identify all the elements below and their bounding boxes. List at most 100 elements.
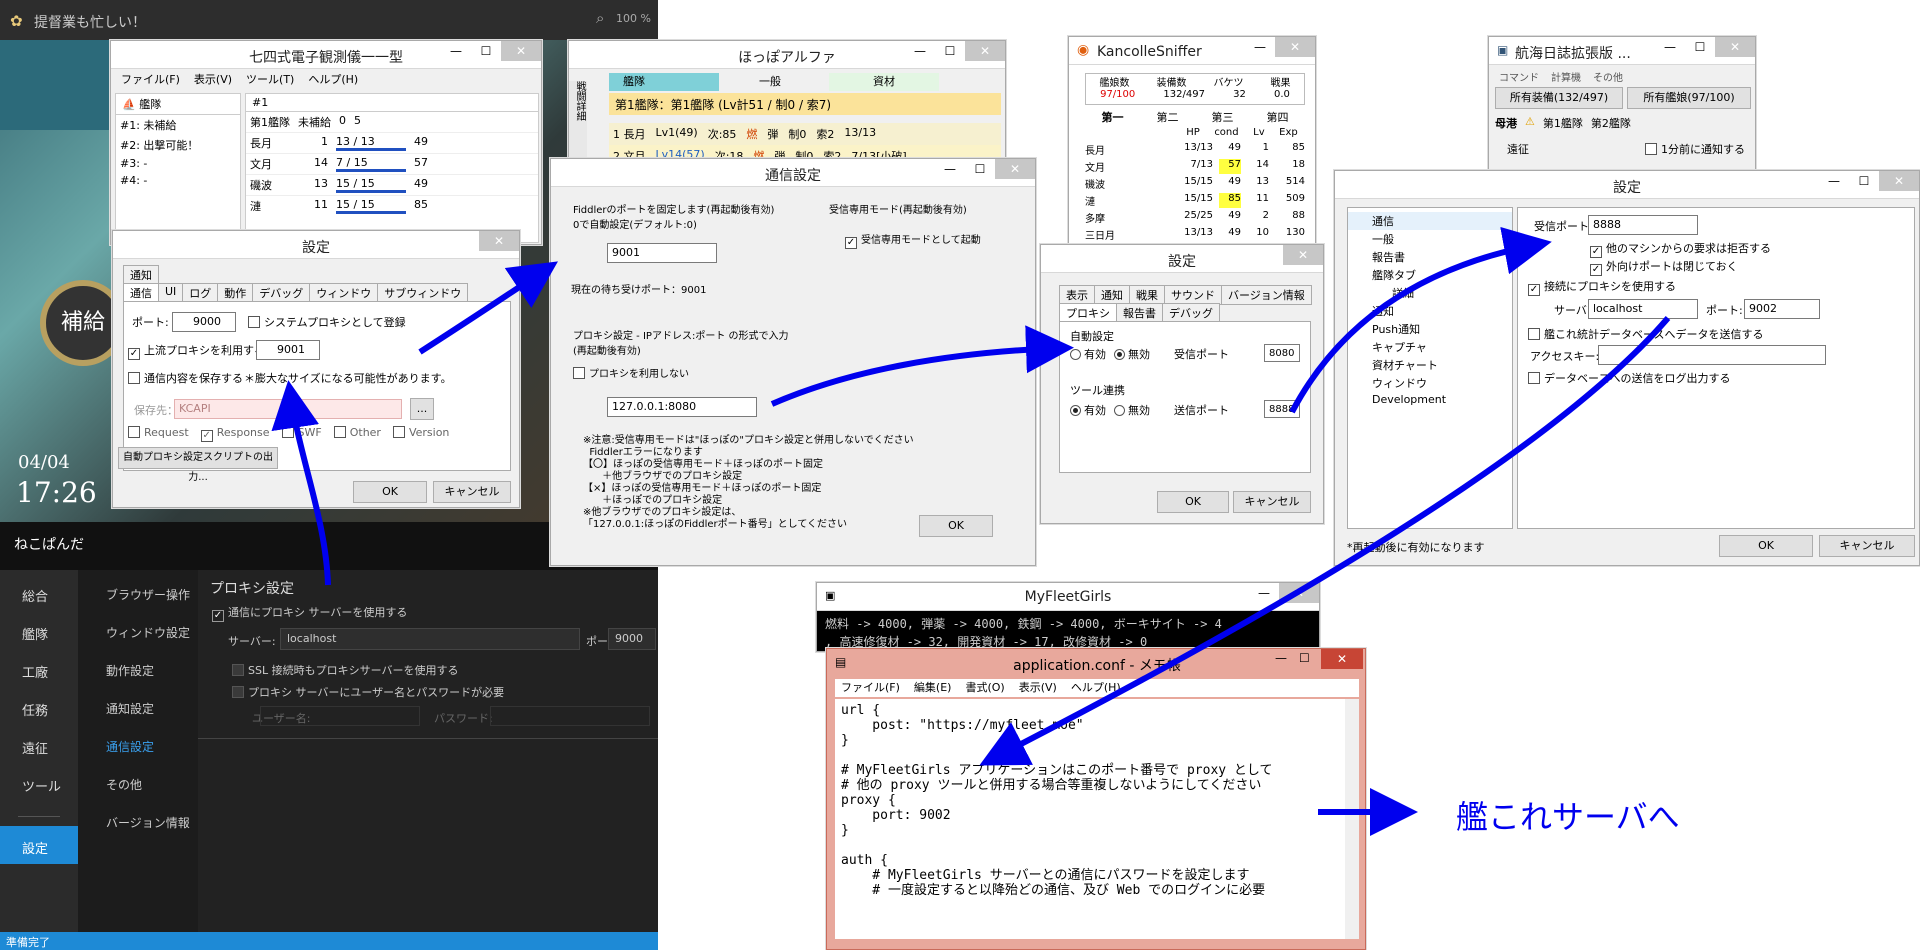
ok-button[interactable]: OK [1157,491,1229,513]
menu-item[interactable]: 編集(E) [914,679,952,697]
close-icon[interactable]: ✕ [995,159,1035,179]
zoom-icon[interactable]: ⌕ [596,9,604,27]
menu-tools[interactable]: ツール(T) [246,71,294,89]
settings-tab[interactable]: UI [158,283,184,303]
ship-row[interactable]: 文月 14 7 / 15 57 [246,153,538,174]
nav-item-5[interactable]: ツール [22,776,61,795]
tree-item[interactable]: 詳細 [1348,284,1512,302]
tree-item[interactable]: 一般 [1348,230,1512,248]
ship-row[interactable]: 漣 11 15 / 15 85 [246,195,538,216]
maximize-icon[interactable]: ☐ [1849,171,1879,191]
close-icon[interactable]: ✕ [1283,245,1323,265]
send-port-input[interactable]: 8888 [1264,400,1300,418]
menu-other[interactable]: その他 [1593,69,1623,84]
fleet-tab[interactable]: 第三 [1212,109,1234,125]
menu-item[interactable]: 表示(V) [1019,679,1057,697]
tree-item[interactable]: Development [1348,392,1512,407]
tab-resources[interactable]: 資材 [829,73,939,91]
tool-off-radio[interactable]: 無効 [1114,402,1150,418]
ship-row[interactable]: 文月 7/13 57 14 18 [1085,158,1305,175]
save-type-checkbox[interactable]: Other [333,426,381,442]
minimize-icon[interactable]: — [441,41,471,61]
tab-port[interactable]: 母港 [1495,115,1517,131]
tree-item[interactable]: 資材チャート [1348,356,1512,374]
settings-tab[interactable]: サブウィンドウ [377,283,469,303]
system-proxy-checkbox[interactable]: システムプロキシとして登録 [248,314,406,330]
close-icon[interactable]: ✕ [1321,649,1363,669]
minimize-icon[interactable]: — [1245,37,1275,57]
notify-checkbox[interactable]: 1分前に通知する [1645,141,1745,157]
subnav-item-6[interactable]: バージョン情報 [106,814,190,831]
items-button[interactable]: 所有装備(132/497) [1495,87,1623,109]
use-proxy-checkbox[interactable]: ✓ 接続にプロキシを使用する [1528,278,1676,296]
recv-mode-checkbox[interactable]: ✓ 受信専用モードとして起動 [845,231,981,249]
nav-item-0[interactable]: 総合 [22,586,48,605]
vertical-scrollbar[interactable] [1345,699,1359,939]
menu-item[interactable]: ヘルプ(H) [1071,679,1121,697]
tree-item[interactable]: 艦隊タブ [1348,266,1512,284]
save-type-checkbox[interactable]: Version [392,426,449,442]
nav-item-6[interactable]: 設定 [0,826,78,864]
save-type-checkbox[interactable]: ✓ Response [200,426,270,442]
server-input[interactable]: localhost [280,628,580,650]
cancel-button[interactable]: キャンセル [1819,535,1915,557]
browse-button[interactable]: ... [410,398,434,420]
export-script-button[interactable]: 自動プロキシ設定スクリプトの出力... [118,447,278,483]
menu-calc[interactable]: 計算機 [1551,69,1581,84]
save-type-checkbox[interactable]: Request [128,426,189,442]
subnav-item-0[interactable]: ブラウザー操作 [106,586,190,603]
menu-help[interactable]: ヘルプ(H) [308,71,358,89]
settings-tab[interactable]: ウィンドウ [309,283,379,303]
tree-item[interactable]: Push通知 [1348,320,1512,338]
tab-general[interactable]: 一般 [719,73,829,91]
ssl-checkbox[interactable]: SSL 接続時もプロキシサーバーを使用する [232,662,458,678]
maximize-icon[interactable]: ☐ [965,159,995,179]
subnav-item-1[interactable]: ウィンドウ設定 [106,624,190,641]
tree-item[interactable]: 報告書 [1348,248,1512,266]
minimize-icon[interactable]: — [1275,651,1287,665]
tab-fleet-1[interactable]: #1 [246,94,538,112]
close-icon[interactable]: ✕ [1715,37,1755,57]
settings-tab[interactable]: 動作 [217,283,254,303]
use-proxy-checkbox[interactable]: ✓ 通信にプロキシ サーバーを使用する [212,604,407,622]
auto-on-radio[interactable]: 有効 [1070,346,1106,362]
menu-item[interactable]: ファイル(F) [841,679,900,697]
maximize-icon[interactable]: ☐ [935,41,965,61]
port-input[interactable]: 9000 [608,628,656,650]
fleet-tab[interactable]: 第四 [1267,109,1289,125]
send-db-checkbox[interactable]: 艦これ統計データベースへデータを送信する [1528,326,1763,342]
settings-tab[interactable]: 表示 [1059,285,1095,305]
ship-row[interactable]: 三日月 13/13 49 10 130 [1085,226,1305,243]
zoom-level[interactable]: 100 % [616,12,651,25]
cancel-button[interactable]: キャンセル [1233,491,1311,513]
maximize-icon[interactable]: ☐ [1685,37,1715,57]
maximize-icon[interactable]: ☐ [471,41,501,61]
port-input[interactable]: 9002 [1744,299,1820,319]
tab-fleets[interactable]: ⛵ 艦隊 [116,94,240,115]
minimize-icon[interactable]: — [935,159,965,179]
proxy-input[interactable]: 127.0.0.1:8080 [607,397,757,417]
tree-item[interactable]: 通知 [1348,302,1512,320]
settings-tab[interactable]: デバッグ [1162,303,1220,323]
fleet-row[interactable]: #1: 未補給 [116,115,240,135]
minimize-icon[interactable]: — [1249,583,1279,603]
subnav-item-4[interactable]: 通信設定 [106,738,154,755]
tool-on-radio[interactable]: 有効 [1070,402,1106,418]
minimize-icon[interactable]: — [1655,37,1685,57]
username-input[interactable] [260,706,420,726]
upstream-proxy-checkbox[interactable]: ✓ 上流プロキシを利用する： [128,342,276,360]
close-icon[interactable]: ✕ [1275,37,1315,57]
auto-off-radio[interactable]: 無効 [1114,346,1150,362]
close-icon[interactable]: ✕ [479,231,519,251]
fleet-tab[interactable]: 第二 [1157,109,1179,125]
server-input[interactable]: localhost [1588,299,1698,319]
auth-checkbox[interactable]: プロキシ サーバーにユーザー名とパスワードが必要 [232,684,504,700]
settings-tab[interactable]: デバッグ [252,283,311,303]
nav-item-3[interactable]: 任務 [22,700,48,719]
tree-item[interactable]: ウィンドウ [1348,374,1512,392]
tab-fleet-2[interactable]: 第2艦隊 [1591,115,1631,131]
menu-command[interactable]: コマンド [1499,69,1539,84]
ship-row[interactable]: 1 長月 Lv1(49) 次:85 燃弾制0 索2 13/13 [609,123,1001,145]
nav-item-1[interactable]: 艦隊 [22,624,48,643]
close-icon[interactable]: ✕ [501,41,541,61]
